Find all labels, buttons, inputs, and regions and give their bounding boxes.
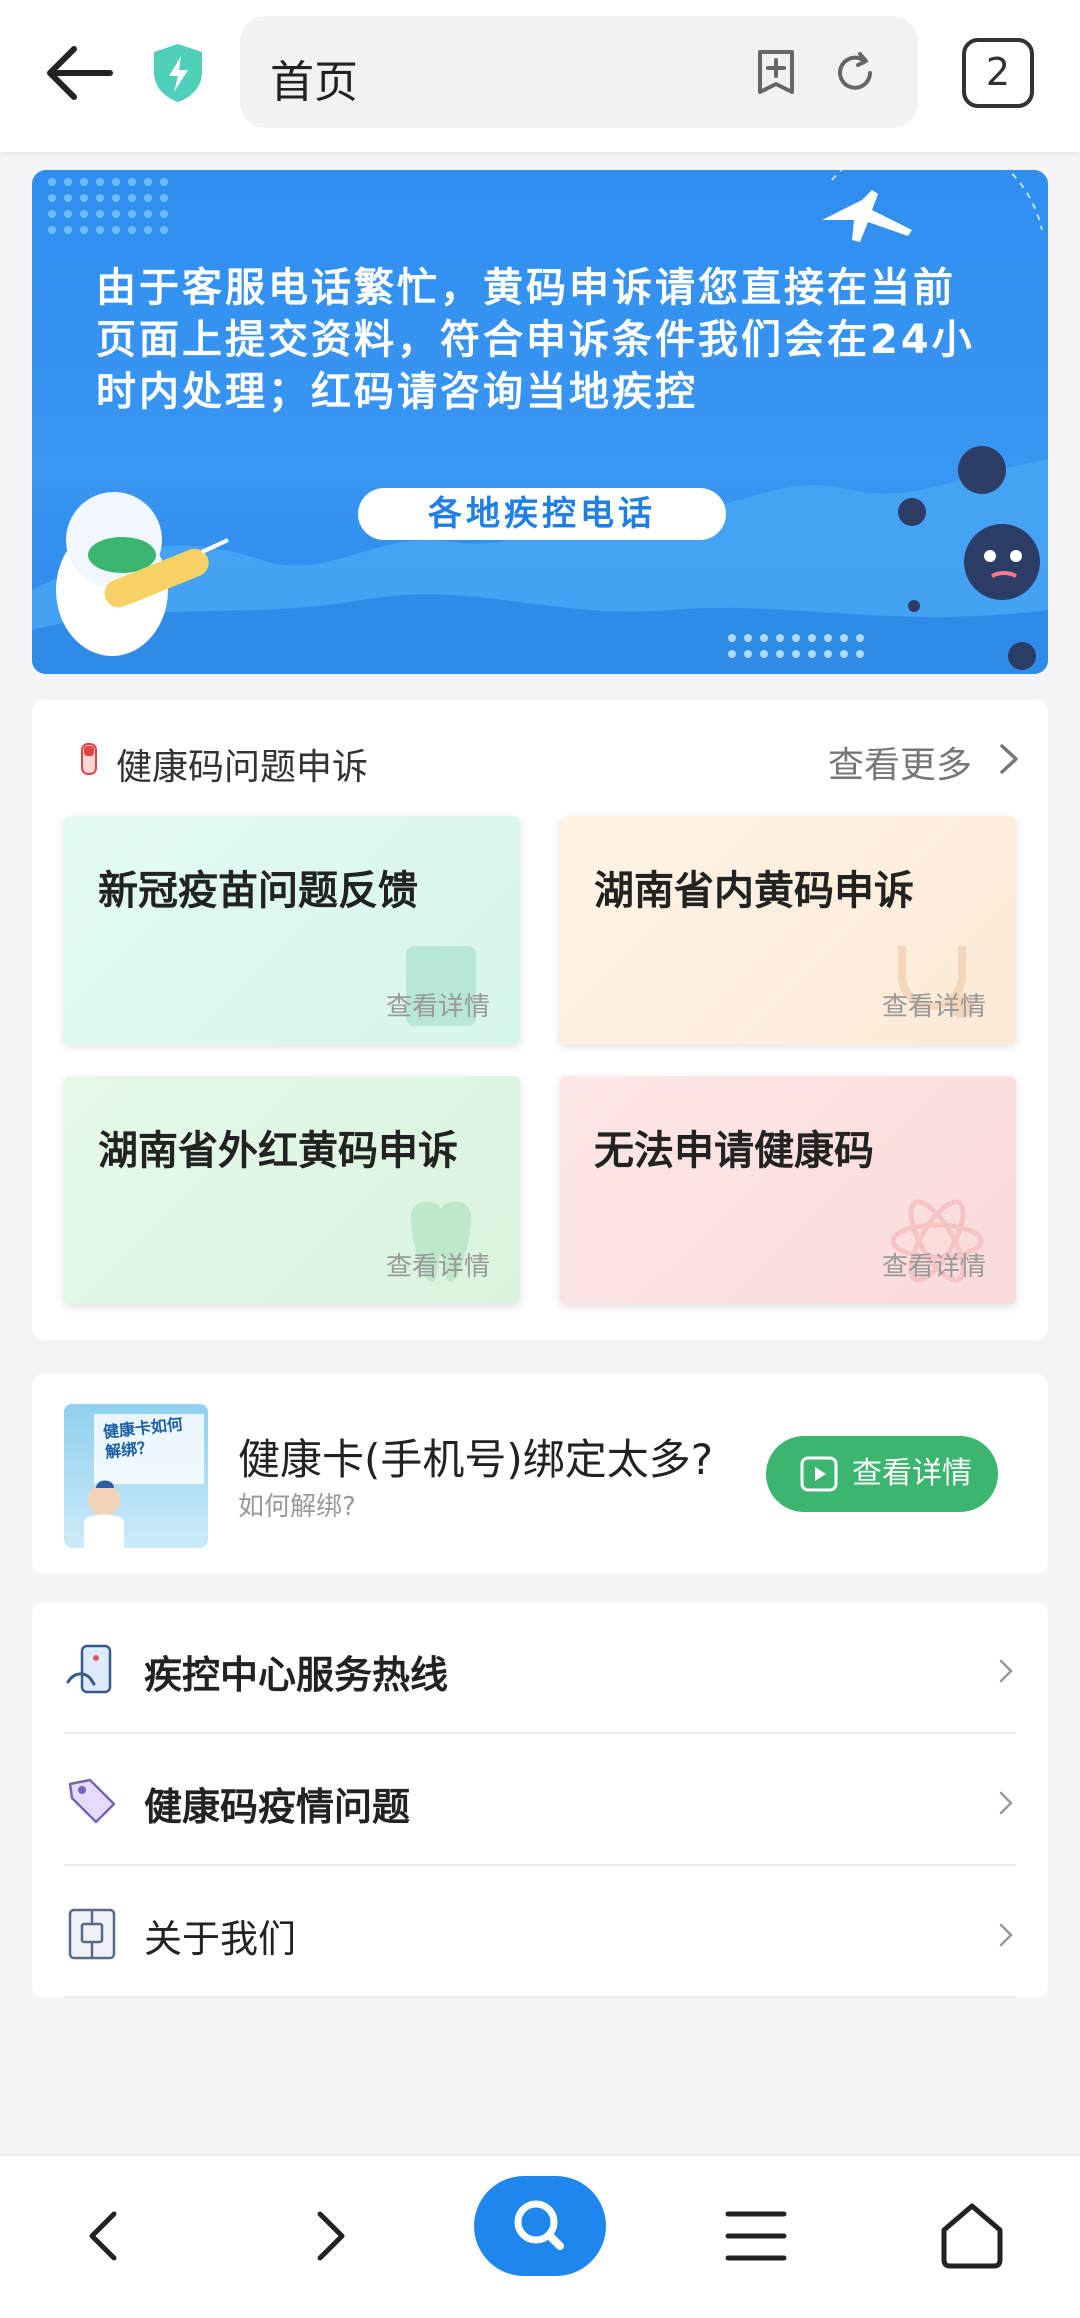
promo-title: 健康卡(手机号)绑定太多? xyxy=(238,1435,714,1484)
card-title: 湖南省外红黄码申诉 xyxy=(98,1128,458,1174)
address-bar[interactable]: 首页 xyxy=(240,16,918,128)
promo-thumbnail: 健康卡如何解绑？ xyxy=(64,1404,208,1548)
card-detail-link[interactable]: 查看详情 xyxy=(386,986,490,1023)
card-hunan-yellow-code[interactable]: 湖南省内黄码申诉 查看详情 xyxy=(560,816,1016,1044)
card-title: 无法申请健康码 xyxy=(594,1128,874,1174)
chevron-right-icon xyxy=(999,1923,1013,1947)
hotline-icon xyxy=(66,1644,112,1694)
health-code-appeal-section: 健康码问题申诉 查看更多 新冠疫苗问题反馈 查看详情 湖南省内黄码申诉 查看详情… xyxy=(32,700,1048,1340)
list-item-health-code-questions[interactable]: 健康码疫情问题 xyxy=(32,1734,1048,1866)
card-title: 湖南省内黄码申诉 xyxy=(594,868,914,914)
health-card-unbind-promo[interactable]: 健康卡如何解绑？ 健康卡(手机号)绑定太多? 如何解绑? 查看详情 xyxy=(32,1374,1048,1574)
menu-icon[interactable] xyxy=(716,2196,796,2276)
list-item-label: 关于我们 xyxy=(144,1917,297,1961)
promo-subtitle: 如何解绑? xyxy=(238,1492,356,1522)
view-details-label: 查看详情 xyxy=(852,1456,972,1491)
service-list: 疾控中心服务热线 健康码疫情问题 关于我们 xyxy=(32,1602,1048,1998)
divider xyxy=(64,1996,1016,1998)
list-item-label: 疾控中心服务热线 xyxy=(144,1653,449,1697)
card-outside-hunan-code[interactable]: 湖南省外红黄码申诉 查看详情 xyxy=(64,1076,520,1304)
nav-forward-icon[interactable] xyxy=(288,2196,368,2276)
shield-icon[interactable] xyxy=(150,42,206,104)
banner-notice-text: 由于客服电话繁忙，黄码申诉请您直接在当前页面上提交资料，符合申诉条件我们会在24… xyxy=(96,265,975,415)
chevron-right-icon[interactable] xyxy=(998,742,1020,776)
search-button[interactable] xyxy=(474,2176,606,2276)
reload-icon[interactable] xyxy=(830,48,880,98)
red-tube-icon xyxy=(80,742,98,776)
home-icon[interactable] xyxy=(932,2196,1012,2276)
browser-bottom-nav xyxy=(0,2154,1080,2318)
card-title: 新冠疫苗问题反馈 xyxy=(98,868,418,914)
card-detail-link[interactable]: 查看详情 xyxy=(882,1246,986,1283)
card-detail-link[interactable]: 查看详情 xyxy=(882,986,986,1023)
back-arrow-icon[interactable] xyxy=(40,38,120,108)
search-icon xyxy=(514,2200,564,2250)
section-title: 健康码问题申诉 xyxy=(116,747,369,788)
nav-back-icon[interactable] xyxy=(66,2196,146,2276)
card-vaccine-feedback[interactable]: 新冠疫苗问题反馈 查看详情 xyxy=(64,816,520,1044)
tag-icon xyxy=(68,1778,116,1824)
card-cannot-apply[interactable]: 无法申请健康码 查看详情 xyxy=(560,1076,1016,1304)
list-item-about-us[interactable]: 关于我们 xyxy=(32,1866,1048,1998)
list-item-cdc-hotline[interactable]: 疾控中心服务热线 xyxy=(32,1602,1048,1734)
notice-banner: 由于客服电话繁忙，黄码申诉请您直接在当前页面上提交资料，符合申诉条件我们会在24… xyxy=(32,170,1048,674)
play-video-icon xyxy=(800,1456,838,1492)
bookmark-add-icon[interactable] xyxy=(752,48,800,96)
view-more-link[interactable]: 查看更多 xyxy=(828,736,972,788)
list-item-label: 健康码疫情问题 xyxy=(144,1785,411,1829)
card-detail-link[interactable]: 查看详情 xyxy=(386,1246,490,1283)
browser-top-bar: 首页 2 xyxy=(0,0,1080,152)
about-icon xyxy=(68,1908,116,1960)
tabs-count-button[interactable]: 2 xyxy=(962,38,1034,108)
chevron-right-icon xyxy=(999,1659,1013,1683)
local-cdc-phone-button[interactable]: 各地疾控电话 xyxy=(358,488,726,540)
chevron-right-icon xyxy=(999,1791,1013,1815)
address-bar-title[interactable]: 首页 xyxy=(270,46,358,110)
banner-illustration xyxy=(32,170,1048,674)
view-details-button[interactable]: 查看详情 xyxy=(766,1436,998,1512)
